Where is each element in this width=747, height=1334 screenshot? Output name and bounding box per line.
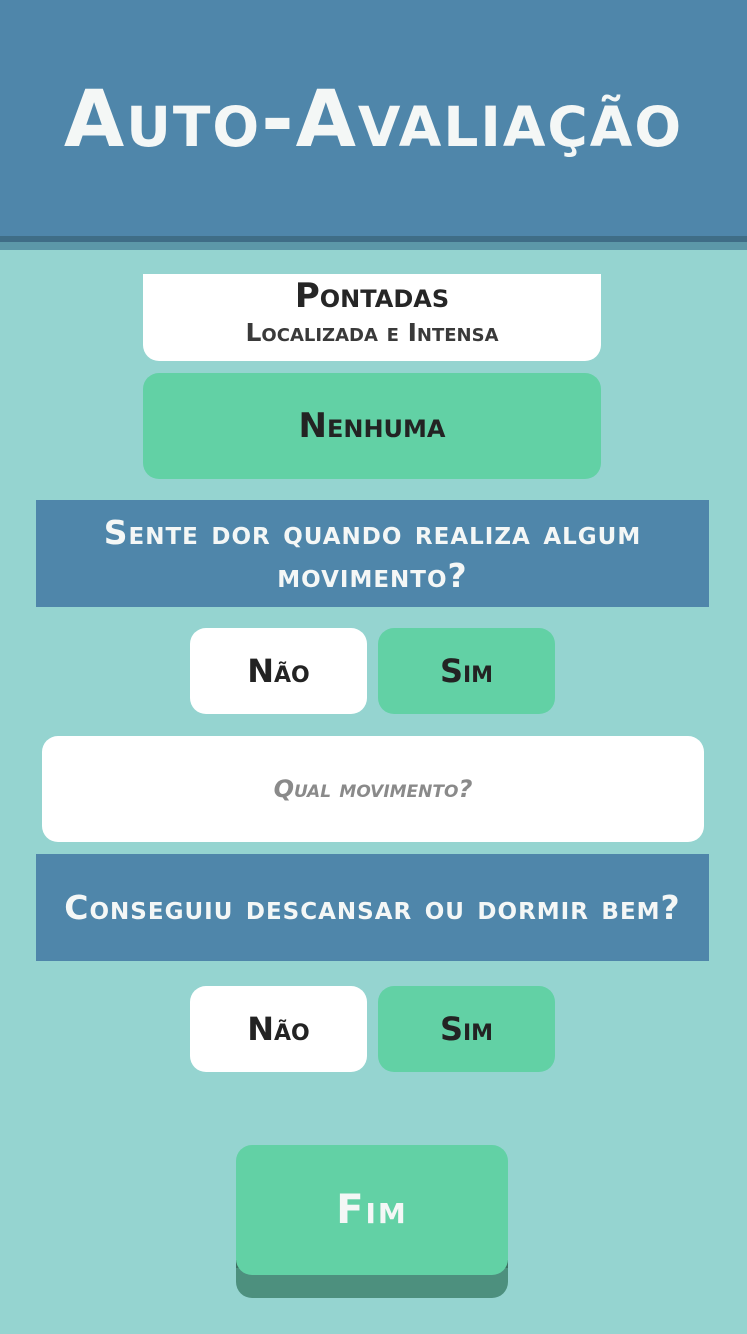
- movement-input[interactable]: [42, 736, 704, 842]
- pain-type-title: Pontadas: [294, 276, 450, 316]
- none-option-button[interactable]: Nenhuma: [143, 373, 601, 479]
- movement-yes-button[interactable]: Sim: [378, 628, 555, 714]
- sleep-no-button[interactable]: Não: [190, 986, 367, 1072]
- finish-button[interactable]: Fim: [236, 1145, 508, 1275]
- movement-no-button[interactable]: Não: [190, 628, 367, 714]
- question-sleep: Conseguiu descansar ou dormir bem?: [36, 854, 709, 961]
- question-movement-pain: Sente dor quando realiza algum movimento…: [36, 500, 709, 607]
- sleep-yes-button[interactable]: Sim: [378, 986, 555, 1072]
- app-header: Auto-Avaliação: [0, 0, 747, 236]
- pain-type-subtitle: Localizada e Intensa: [245, 318, 499, 347]
- pain-type-card[interactable]: Pontadas Localizada e Intensa: [143, 274, 601, 361]
- page-title: Auto-Avaliação: [63, 75, 684, 165]
